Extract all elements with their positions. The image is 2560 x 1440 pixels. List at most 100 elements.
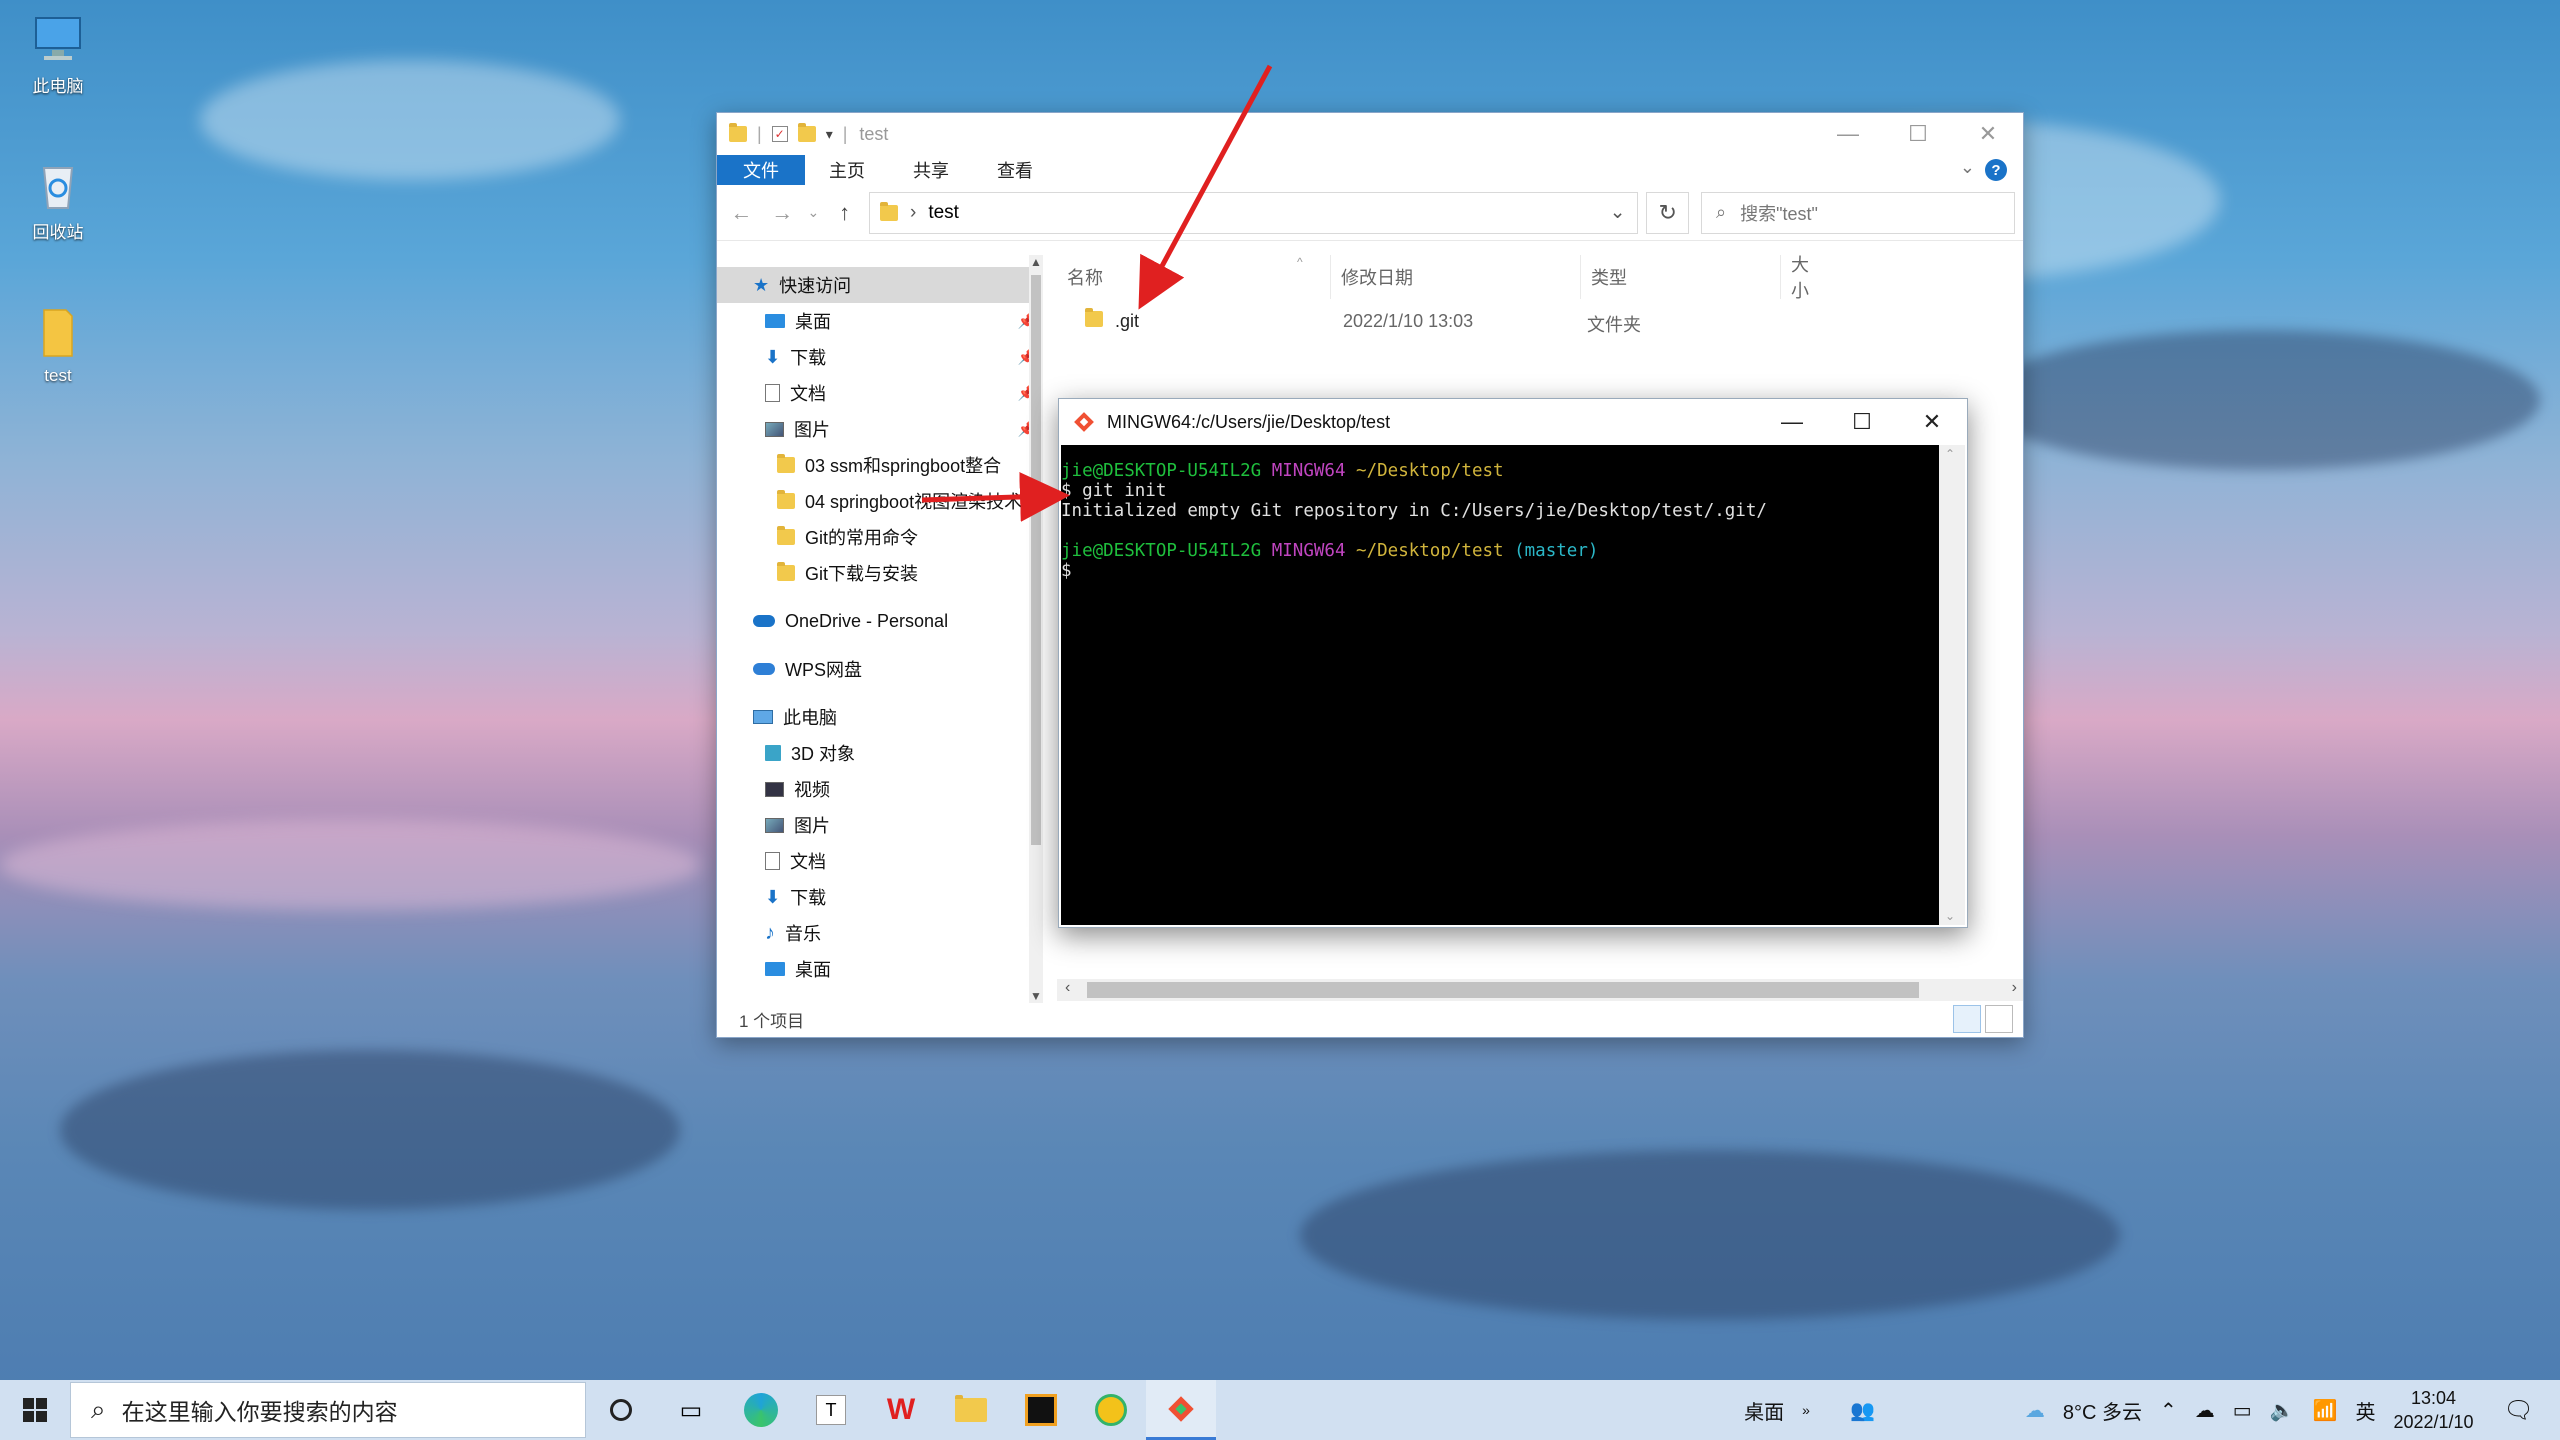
chevron-up-icon[interactable]: ⌃ (2160, 1398, 2177, 1423)
task-view-button[interactable]: ▭ (656, 1380, 726, 1440)
close-button[interactable]: ✕ (1897, 399, 1967, 445)
help-icon[interactable]: ? (1985, 159, 2007, 181)
recent-locations-icon[interactable]: ⌄ (807, 204, 821, 221)
breadcrumb[interactable]: test (928, 202, 959, 224)
battery-icon[interactable]: ▭ (2233, 1398, 2252, 1423)
terminal-output[interactable]: jie@DESKTOP-U54IL2G MINGW64 ~/Desktop/te… (1061, 445, 1941, 925)
minimize-button[interactable]: — (1813, 113, 1883, 155)
taskbar-app-edge[interactable] (726, 1380, 796, 1440)
taskbar-app-idea[interactable] (1006, 1380, 1076, 1440)
nav-this-pc[interactable]: 此电脑 (717, 699, 1043, 735)
nav-scrollbar[interactable]: ▲ ▼ (1029, 255, 1043, 1003)
horizontal-scrollbar[interactable]: ‹ › (1057, 979, 2023, 1001)
up-button[interactable]: ↑ (828, 200, 861, 226)
desktop-toolbar-label[interactable]: 桌面 (1744, 1396, 1784, 1425)
search-icon: ⌕ (91, 1394, 106, 1424)
volume-icon[interactable]: 🔈 (2270, 1398, 2295, 1423)
close-button[interactable]: ✕ (1953, 113, 2023, 155)
download-icon: ⬇ (765, 346, 781, 367)
start-button[interactable] (0, 1380, 70, 1440)
chevron-down-icon[interactable]: ⌄ (1945, 909, 1955, 923)
cloud-decoration (0, 820, 700, 910)
new-folder-icon[interactable] (797, 123, 816, 142)
tab-share[interactable]: 共享 (889, 155, 973, 185)
nav-quick-access[interactable]: ★ 快速访问 (717, 267, 1043, 303)
refresh-button[interactable]: ↻ (1646, 191, 1690, 234)
nav-item-folder[interactable]: Git下载与安装 (717, 555, 1043, 591)
search-input[interactable]: ⌕ 搜索"test" (1701, 191, 2015, 234)
nav-item-desktop[interactable]: 桌面 📌 (717, 303, 1043, 339)
chevron-down-icon[interactable]: ▾ (826, 126, 833, 143)
taskbar-app-wps[interactable]: W (866, 1380, 936, 1440)
notification-icon[interactable]: 🗨 (2504, 1396, 2534, 1425)
column-header-size[interactable]: 大小 (1781, 255, 1825, 301)
computer-icon (753, 710, 773, 724)
desktop-icon-label: 回收站 (32, 223, 84, 242)
taskbar-app-music[interactable] (1076, 1380, 1146, 1440)
chevron-right-icon[interactable]: › (2012, 979, 2017, 997)
nav-item-folder[interactable]: 03 ssm和springboot整合 (717, 447, 1043, 483)
download-icon: ⬇ (765, 886, 781, 907)
prompt-line: jie@DESKTOP-U54IL2G MINGW64 ~/Desktop/te… (1061, 461, 1504, 481)
column-header-name[interactable]: 名称 (1057, 255, 1331, 299)
nav-item-videos[interactable]: 视频 (717, 771, 1043, 807)
back-button[interactable]: ← (725, 200, 758, 226)
nav-onedrive[interactable]: OneDrive - Personal (717, 603, 1043, 639)
ribbon-expand-icon[interactable]: ⌄ (1960, 157, 1975, 178)
cloud-sync-icon[interactable]: ☁ (2195, 1398, 2215, 1423)
nav-wps-drive[interactable]: WPS网盘 (717, 651, 1043, 687)
properties-icon[interactable]: ✓ (771, 126, 788, 142)
details-view-button[interactable] (1953, 1005, 1981, 1033)
forward-button[interactable]: → (766, 200, 799, 226)
scrollbar-thumb[interactable] (1031, 275, 1041, 845)
people-icon[interactable]: 👥 (1850, 1398, 1875, 1423)
nav-item-music[interactable]: ♪ 音乐 (717, 915, 1043, 951)
maximize-button[interactable]: ☐ (1883, 113, 1953, 155)
address-bar[interactable]: › test ⌄ (869, 191, 1639, 234)
minimize-button[interactable]: — (1757, 399, 1827, 445)
file-row[interactable]: .git 2022/1/10 13:03 文件夹 (1057, 301, 2023, 341)
desktop-icon-test-folder[interactable]: test (8, 304, 108, 386)
chevron-up-icon[interactable]: ▲ (1030, 255, 1042, 269)
wifi-icon[interactable]: 📶 (2313, 1398, 2338, 1423)
tab-file[interactable]: 文件 (717, 155, 805, 185)
clock[interactable]: 13:04 2022/1/10 (2393, 1386, 2473, 1434)
tab-view[interactable]: 查看 (973, 155, 1057, 185)
pictures-icon (765, 817, 784, 833)
weather-text[interactable]: 8°C 多云 (2063, 1396, 2142, 1425)
maximize-button[interactable]: ☐ (1827, 399, 1897, 445)
chevron-right-icon[interactable]: » (1802, 1402, 1810, 1418)
chevron-down-icon[interactable]: ⌄ (1610, 201, 1626, 224)
tab-home[interactable]: 主页 (805, 155, 889, 185)
taskbar-app-typora[interactable]: T (796, 1380, 866, 1440)
large-icons-view-button[interactable] (1985, 1005, 2013, 1033)
column-header-type[interactable]: 类型 (1581, 255, 1781, 299)
weather-icon: ☁ (2024, 1399, 2045, 1422)
desktop-icon-recycle-bin[interactable]: 回收站 (8, 156, 108, 243)
nav-item-pictures[interactable]: 图片 (717, 807, 1043, 843)
chevron-left-icon[interactable]: ‹ (1065, 979, 1070, 997)
window-controls: — ☐ ✕ (1757, 399, 1967, 445)
nav-item-pictures[interactable]: 图片 📌 (717, 411, 1043, 447)
nav-item-downloads[interactable]: ⬇ 下载 (717, 879, 1043, 915)
desktop-icon-this-pc[interactable]: 此电脑 (8, 10, 108, 97)
ime-indicator[interactable]: 英 (2355, 1396, 2375, 1425)
nav-item-folder[interactable]: Git的常用命令 (717, 519, 1043, 555)
scrollbar-thumb[interactable] (1087, 982, 1919, 998)
chevron-up-icon[interactable]: ⌃ (1945, 447, 1955, 461)
column-header-modified[interactable]: 修改日期 (1331, 255, 1581, 299)
folder-icon (777, 526, 795, 545)
taskbar-search-input[interactable]: ⌕ 在这里输入你要搜索的内容 (70, 1382, 586, 1438)
nav-item-desktop[interactable]: 桌面 (717, 951, 1043, 987)
nav-item-documents[interactable]: 文档 (717, 843, 1043, 879)
nav-item-downloads[interactable]: ⬇ 下载 📌 (717, 339, 1043, 375)
taskbar-app-git-bash[interactable] (1146, 1380, 1216, 1440)
taskbar-app-file-explorer[interactable] (936, 1380, 1006, 1440)
nav-item-folder[interactable]: 04 springboot视图渲染技术 (717, 483, 1043, 519)
onedrive-icon (753, 615, 775, 627)
nav-item-documents[interactable]: 文档 📌 (717, 375, 1043, 411)
cortana-button[interactable] (586, 1380, 656, 1440)
column-headers: 名称 ^ 修改日期 类型 大小 (1057, 255, 2023, 301)
nav-item-3d-objects[interactable]: 3D 对象 (717, 735, 1043, 771)
terminal-scrollbar[interactable]: ⌃ ⌄ (1939, 445, 1965, 925)
